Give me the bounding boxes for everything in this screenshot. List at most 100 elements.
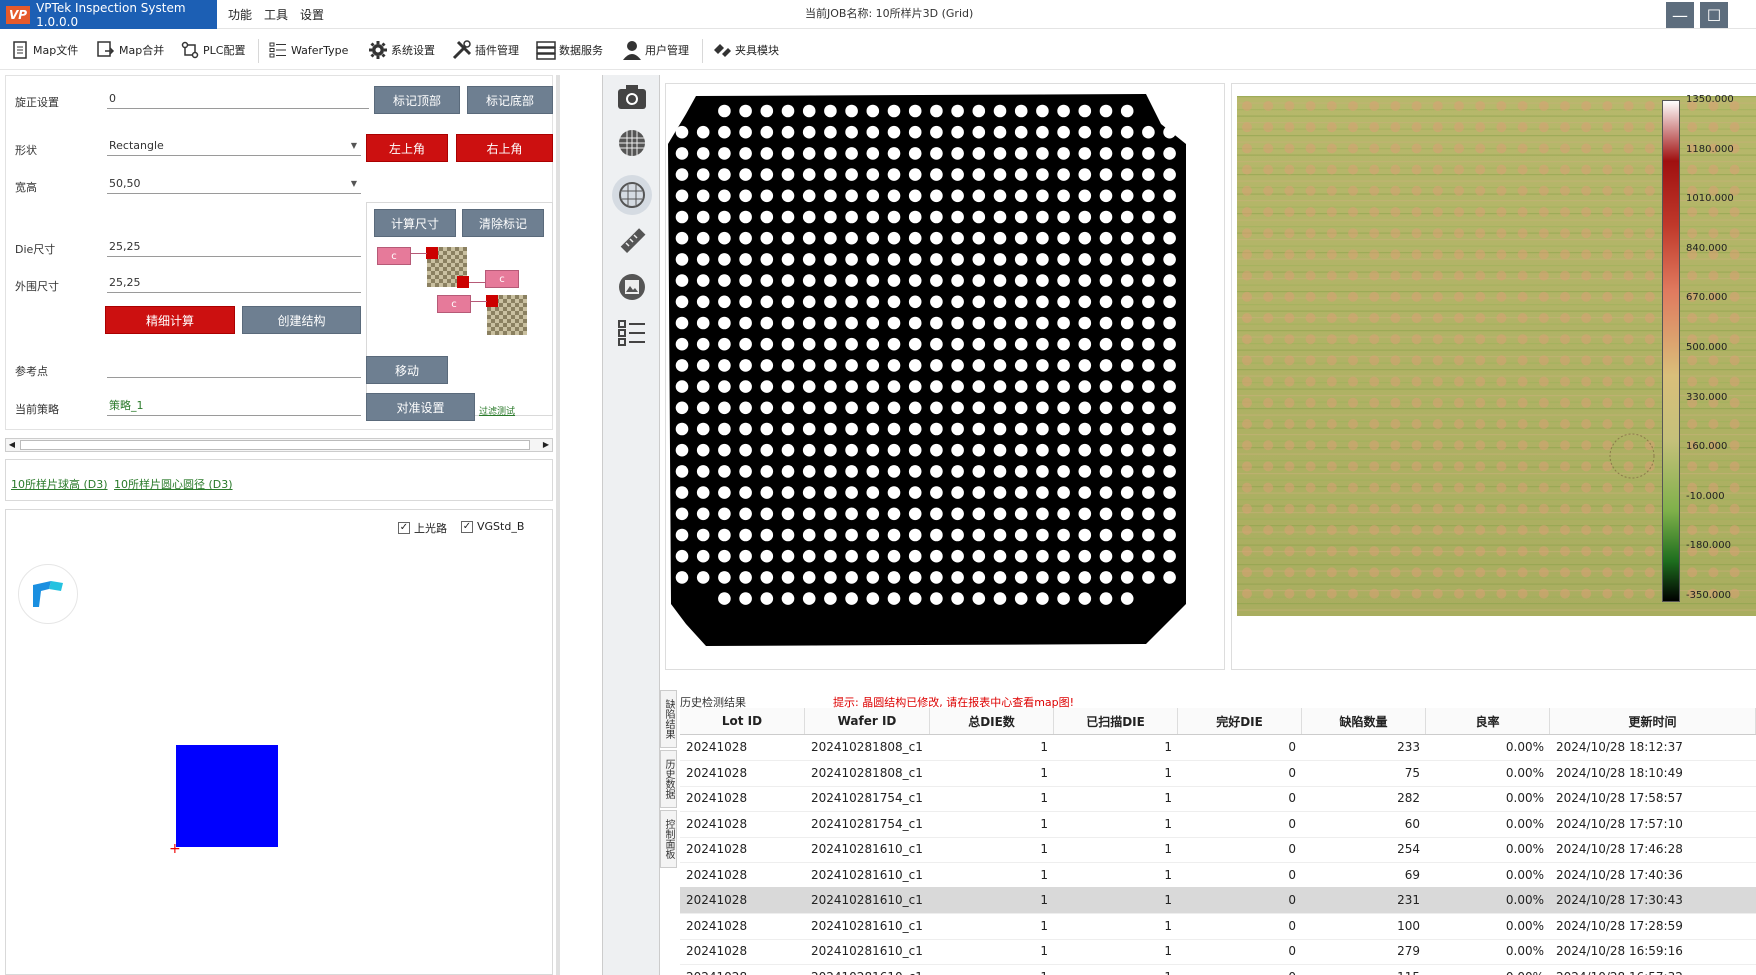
height-map-bump xyxy=(1348,143,1358,154)
column-header[interactable]: Wafer ID xyxy=(805,708,930,734)
bump-dot xyxy=(781,507,795,521)
column-header[interactable]: Lot ID xyxy=(680,708,805,734)
height-map-bump xyxy=(1560,419,1570,429)
current-job-label: 当前JOB名称: 10所样片3D (Grid) xyxy=(805,7,974,20)
table-row[interactable]: 20241028 202410281610_c1 1 1 0 231 0.00% 2024/1… xyxy=(680,887,1756,914)
height-map-bump xyxy=(1348,101,1358,111)
measure-ruler-icon[interactable] xyxy=(616,225,648,257)
toolbar-plugin-management[interactable]: 插件管理 xyxy=(452,37,519,63)
height-map-bump xyxy=(1581,101,1592,111)
align-settings-button[interactable]: 对准设置 xyxy=(366,393,475,421)
panel-splitter[interactable] xyxy=(556,75,560,975)
bump-dot xyxy=(802,359,816,372)
tab-defect-results[interactable]: 缺陷结果 xyxy=(660,690,677,748)
maximize-button[interactable]: ☐ xyxy=(1700,2,1728,28)
bump-dot xyxy=(718,443,731,457)
toolbar-map-merge[interactable]: Map合并 xyxy=(96,37,164,63)
scroll-right-icon[interactable]: ▶ xyxy=(540,439,552,451)
bump-dot xyxy=(972,422,986,436)
toolbar-fixture-module[interactable]: 夹具模块 xyxy=(712,37,779,63)
height-map-bump xyxy=(1475,313,1486,323)
table-row[interactable]: 20241028 202410281610_c1 1 1 0 100 0.00% 2024/1… xyxy=(680,913,1756,940)
table-row[interactable]: 20241028 202410281754_c1 1 1 0 60 0.00% 2024/10… xyxy=(680,811,1756,838)
column-header[interactable]: 完好DIE xyxy=(1178,708,1302,734)
bump-dot xyxy=(993,528,1007,542)
fine-calc-button[interactable]: 精细计算 xyxy=(105,306,235,334)
calc-size-button[interactable]: 计算尺寸 xyxy=(374,209,456,237)
toolbar-map-file[interactable]: Map文件 xyxy=(10,37,78,63)
table-cell: 1 xyxy=(1040,765,1048,780)
toolbar-wafertype[interactable]: WaferType xyxy=(268,37,348,63)
filter-test-link[interactable]: 过滤测试 xyxy=(479,404,515,417)
column-header[interactable]: 已扫描DIE xyxy=(1054,708,1178,734)
recipe-link-circle-diameter[interactable]: 10所样片圆心圆径 (D3) xyxy=(114,476,233,492)
table-row[interactable]: 20241028 202410281808_c1 1 1 0 75 0.00% 2024/10… xyxy=(680,760,1756,787)
height-map-bump xyxy=(1538,249,1549,260)
mark-bottom-button[interactable]: 标记底部 xyxy=(467,86,553,114)
top-right-button[interactable]: 右上角 xyxy=(456,134,553,162)
column-header[interactable]: 更新时间 xyxy=(1550,708,1756,734)
tab-history-data[interactable]: 历史数据 xyxy=(660,750,677,808)
shape-select[interactable]: Rectangle ▼ xyxy=(107,136,361,156)
top-left-button[interactable]: 左上角 xyxy=(366,134,448,162)
height-map-bump xyxy=(1560,143,1570,154)
app-badge-icon[interactable] xyxy=(18,564,78,624)
toolbar-system-settings[interactable]: 系统设置 xyxy=(368,37,435,63)
bump-dot xyxy=(1078,168,1092,181)
toolbar-user-management[interactable]: 用户管理 xyxy=(622,37,689,63)
table-cell: 0.00% xyxy=(1505,842,1544,856)
bump-dot xyxy=(993,422,1007,436)
strategy-input[interactable]: 策略_1 xyxy=(107,396,361,416)
bump-dot xyxy=(845,189,858,203)
column-header[interactable]: 良率 xyxy=(1426,708,1550,734)
ref-point-input[interactable] xyxy=(107,358,361,378)
height-map-bump xyxy=(1454,567,1464,578)
table-cell: 202410281610_c1 xyxy=(811,893,923,907)
tab-control-panel[interactable]: 控制面板 xyxy=(660,810,677,868)
column-header[interactable]: 总DIE数 xyxy=(930,708,1054,734)
table-row[interactable]: 20241028 202410281808_c1 1 1 0 233 0.00% 2024/1… xyxy=(680,734,1756,761)
scrollbar-thumb[interactable] xyxy=(20,440,530,450)
toolbar-data-service[interactable]: 数据服务 xyxy=(536,37,603,63)
outer-size-input[interactable]: 25,25 xyxy=(107,273,361,293)
rotation-input[interactable]: 0 xyxy=(107,89,369,109)
table-row[interactable]: 20241028 202410281610_c1 1 1 0 69 0.00% 2024/10… xyxy=(680,862,1756,889)
create-structure-button[interactable]: 创建结构 xyxy=(242,306,361,334)
size-select[interactable]: 50,50 ▼ xyxy=(107,174,361,194)
camera-icon[interactable] xyxy=(616,81,648,113)
bump-dot xyxy=(781,231,795,245)
height-map-bump xyxy=(1475,207,1486,217)
checklist-icon[interactable] xyxy=(616,317,648,349)
bump-dot xyxy=(887,125,901,139)
bump-dot xyxy=(908,401,922,415)
scroll-left-icon[interactable]: ◀ xyxy=(6,439,18,451)
clear-marks-button[interactable]: 清除标记 xyxy=(462,209,544,237)
bump-dot xyxy=(718,104,731,118)
horizontal-scrollbar[interactable]: ◀ ▶ xyxy=(5,438,553,452)
bump-dot xyxy=(993,104,1007,118)
die-size-input[interactable]: 25,25 xyxy=(107,237,361,257)
menu-function[interactable]: 功能 xyxy=(228,6,252,23)
bump-dot xyxy=(718,168,731,181)
binary-wafer-image[interactable] xyxy=(665,83,1225,670)
upper-light-checkbox[interactable]: ✓ 上光路 xyxy=(398,520,447,536)
column-header[interactable]: 缺陷数量 xyxy=(1302,708,1426,734)
table-row[interactable]: 20241028202410281610_c11101150.00%2024/1… xyxy=(680,964,1756,975)
minimize-button[interactable]: — xyxy=(1666,2,1694,28)
table-row[interactable]: 20241028 202410281754_c1 1 1 0 282 0.00% 2024/1… xyxy=(680,785,1756,812)
vgstd-checkbox[interactable]: ✓ VGStd_B xyxy=(461,520,524,533)
grid-globe-icon[interactable] xyxy=(616,127,648,159)
table-row[interactable]: 20241028 202410281610_c1 1 1 0 254 0.00% 2024/1… xyxy=(680,836,1756,863)
wafer-grid-icon[interactable] xyxy=(612,175,652,215)
table-row[interactable]: 20241028 202410281610_c1 1 1 0 279 0.00% 2024/1… xyxy=(680,938,1756,965)
menu-settings[interactable]: 设置 xyxy=(300,6,324,23)
image-frame-icon[interactable] xyxy=(616,271,648,303)
mark-top-button[interactable]: 标记顶部 xyxy=(374,86,460,114)
toolbar-plc-config[interactable]: PLC配置 xyxy=(180,37,245,63)
bump-dot xyxy=(866,337,880,351)
height-map-bump xyxy=(1517,440,1528,451)
menu-tools[interactable]: 工具 xyxy=(264,6,288,23)
bump-dot xyxy=(866,316,880,330)
recipe-link-ball-height[interactable]: 10所样片球高 (D3) xyxy=(11,476,108,492)
move-button[interactable]: 移动 xyxy=(366,356,448,384)
